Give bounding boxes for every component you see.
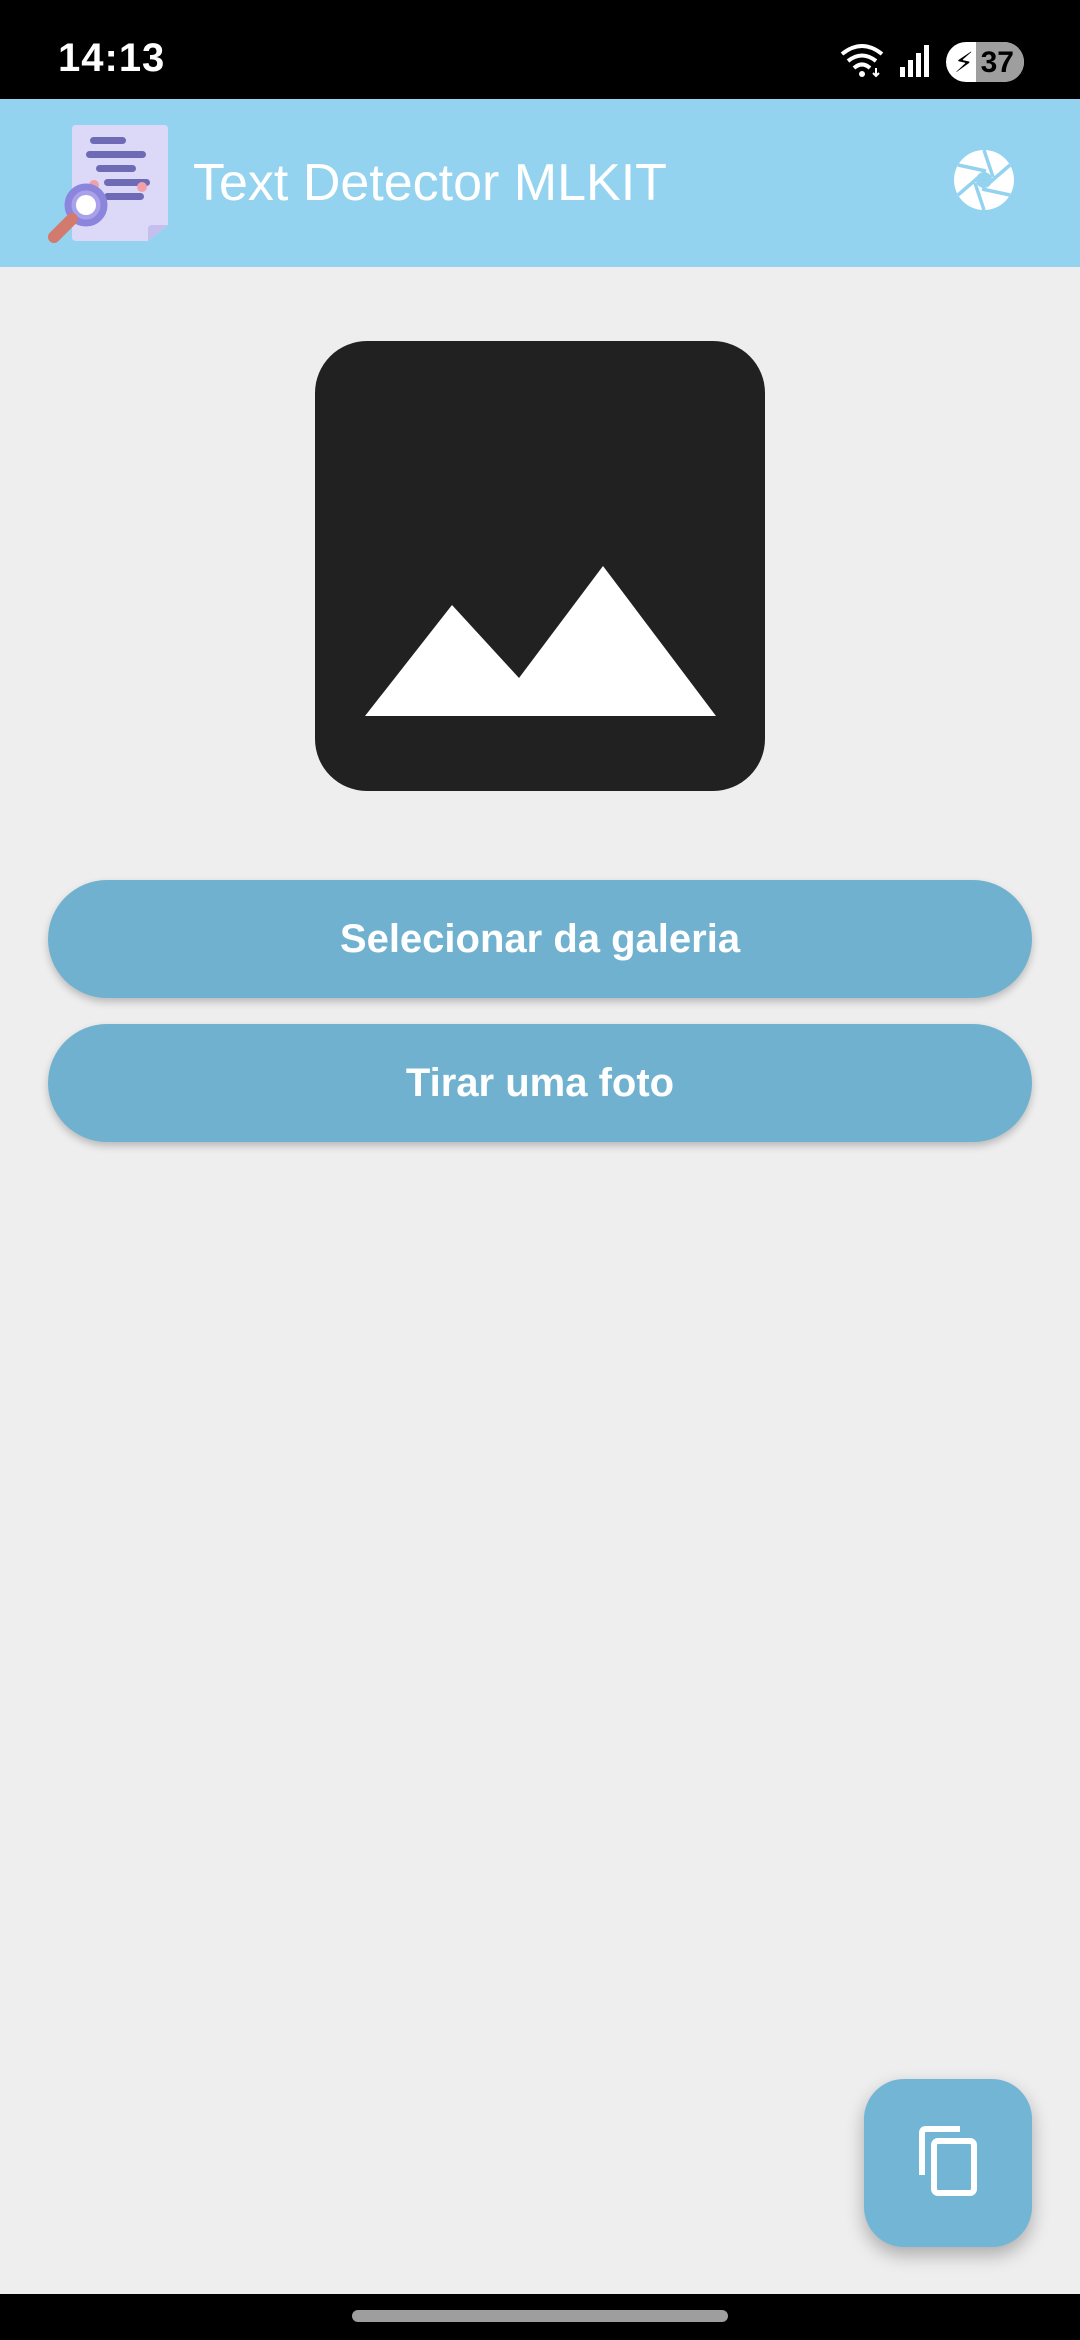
battery-charging-icon: ⚡ 37 — [946, 42, 1024, 82]
navigation-bar — [0, 2294, 1080, 2340]
wifi-icon — [840, 42, 884, 83]
select-from-gallery-button[interactable]: Selecionar da galeria — [48, 880, 1032, 998]
camera-aperture-icon — [953, 148, 1015, 216]
camera-button[interactable] — [944, 142, 1024, 222]
image-icon — [315, 566, 765, 791]
image-preview — [315, 341, 765, 791]
take-photo-button[interactable]: Tirar uma foto — [48, 1024, 1032, 1142]
copy-fab[interactable] — [864, 2079, 1032, 2247]
battery-level: 37 — [980, 46, 1014, 79]
status-icons: ⚡ 37 — [840, 40, 1024, 84]
signal-icon — [898, 43, 932, 82]
app-bar: Text Detector MLKIT — [0, 99, 1080, 267]
home-gesture-handle[interactable] — [352, 2310, 728, 2322]
status-bar: 14:13 ⚡ 37 — [0, 0, 1080, 99]
status-time: 14:13 — [58, 36, 166, 80]
document-search-icon — [46, 121, 174, 247]
copy-icon — [916, 2125, 980, 2202]
bolt-icon: ⚡ — [954, 47, 974, 78]
app-title: Text Detector MLKIT — [193, 154, 667, 212]
